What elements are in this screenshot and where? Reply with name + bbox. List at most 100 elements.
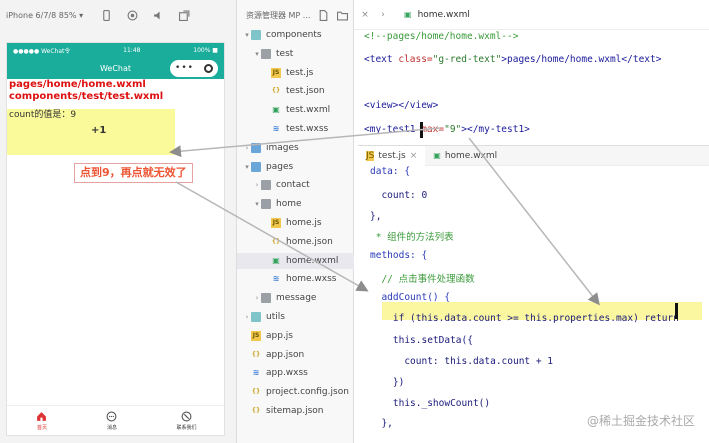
chevron-icon: ›	[245, 313, 249, 321]
json-file-icon: {}	[251, 350, 261, 358]
phone-screen: ●●●●● WeChat令 11:48 100% ■ WeChat ••• pa…	[6, 42, 225, 436]
page-path-text: pages/home/home.wxml	[9, 79, 146, 90]
new-folder-icon[interactable]	[337, 10, 349, 21]
attr-name: class=	[398, 54, 433, 65]
tree-item-label: home.json	[286, 236, 333, 247]
tab-test-js[interactable]: JS test.js ×	[358, 145, 426, 166]
folder-icon	[261, 48, 271, 59]
new-file-icon[interactable]	[318, 9, 329, 21]
folder-icon	[251, 312, 261, 322]
code-line[interactable]: count: 0	[370, 190, 427, 201]
tree-item[interactable]: {} test.json	[237, 83, 354, 99]
tree-item-label: app.wxss	[266, 368, 308, 379]
tree-item-label: components	[266, 30, 322, 40]
popout-icon[interactable]	[178, 9, 190, 21]
tag-open: <text	[364, 54, 399, 65]
tree-item[interactable]: ≋ test.wxss	[237, 121, 354, 137]
tab-bar: 首页 消息 联系我们	[7, 405, 224, 435]
code-line[interactable]: },	[370, 418, 392, 429]
code-line[interactable]: if (this.data.count >= this.properties.m…	[370, 313, 679, 324]
tree-item[interactable]: {} app.json	[237, 347, 354, 363]
chevron-icon: ›	[255, 181, 259, 190]
editor-tab-label: home.wxml	[417, 9, 470, 20]
device-selector[interactable]: iPhone 6/7/8 85% ▾	[6, 11, 86, 20]
tree-item[interactable]: {} sitemap.json	[237, 403, 354, 419]
tree-item[interactable]: ▾ test	[237, 46, 354, 62]
code-line[interactable]: data: {	[370, 166, 410, 177]
split-editor: JS test.js × ▣ home.wxml data: { count: …	[358, 145, 709, 443]
tree-item[interactable]: ▣ test.wxml	[237, 102, 354, 118]
tree-item[interactable]: ▣ home.wxml	[237, 252, 354, 269]
tree-item[interactable]: JS app.js	[237, 328, 354, 344]
tree-item[interactable]: JS home.js	[237, 215, 354, 231]
tree-item[interactable]: {} home.json	[237, 234, 354, 250]
nav-title: WeChat	[99, 63, 132, 73]
code-line[interactable]: },	[370, 211, 381, 222]
code-line[interactable]: })	[370, 377, 404, 388]
tree-item[interactable]: ▾ pages	[237, 159, 354, 175]
text-cursor	[675, 303, 678, 319]
code-line[interactable]: * 组件的方法列表	[370, 229, 454, 243]
more-icon[interactable]: •••	[175, 64, 194, 73]
code-line[interactable]: methods: {	[370, 250, 427, 261]
wxml-file-icon: ▣	[433, 151, 441, 160]
code-line[interactable]: // 点击事件处理函数	[370, 271, 474, 285]
annotation-callout: 点到9，再点就无效了	[74, 163, 193, 183]
contact-icon	[181, 411, 192, 421]
chevron-icon: ▾	[255, 49, 259, 58]
tree-item[interactable]: JS test.js	[237, 65, 354, 81]
split-tab-label: home.wxml	[444, 150, 498, 161]
tree-item-label: home.wxss	[286, 274, 337, 285]
code-line-view[interactable]: <view></view>	[364, 100, 438, 111]
tab-home[interactable]: 首页	[36, 411, 47, 431]
code-line[interactable]: this._showCount()	[370, 398, 490, 409]
tree-item[interactable]: › message	[237, 290, 354, 306]
tab-message[interactable]: 消息	[106, 411, 117, 431]
json-file-icon: {}	[251, 407, 261, 414]
tree-item-label: contact	[276, 180, 310, 191]
status-bar: ●●●●● WeChat令 11:48 100% ■	[7, 43, 224, 57]
code-line[interactable]: count: this.data.count + 1	[370, 356, 553, 367]
tree-item-label: test	[276, 48, 294, 59]
battery-label: 100% ■	[193, 46, 218, 54]
code-line[interactable]: addCount() {	[370, 292, 450, 303]
split-tab-bar: JS test.js × ▣ home.wxml	[358, 145, 709, 166]
tree-item[interactable]: ≋ home.wxss	[237, 271, 354, 287]
code-line-comment[interactable]: <!--pages/home/home.wxml-->	[364, 31, 518, 42]
tree-item[interactable]: ≋ app.wxss	[237, 365, 354, 381]
code-line-text-tag[interactable]: <text class="g-red-text">pages/home/home…	[364, 54, 661, 65]
tree-item[interactable]: ▾ home	[237, 196, 354, 212]
plus-one-button[interactable]: +1	[91, 125, 106, 136]
tree-item-label: utils	[266, 312, 285, 322]
tree-item[interactable]: › utils	[237, 309, 354, 325]
wxml-file-icon: ▣	[272, 105, 280, 115]
carrier-label: ●●●●● WeChat令	[13, 47, 71, 55]
split-tab-label: test.js	[378, 150, 406, 161]
tree-item[interactable]: › images	[237, 140, 354, 156]
tab-home-wxml[interactable]: ▣ home.wxml	[404, 10, 470, 20]
sound-icon[interactable]	[152, 9, 164, 21]
text-cursor	[420, 122, 423, 138]
phone-icon[interactable]	[100, 9, 112, 21]
back-arrow-icon[interactable]: ×	[358, 10, 372, 20]
close-icon[interactable]: ×	[410, 151, 418, 161]
component-path-text: components/test/test.wxml	[9, 91, 164, 102]
tree-item-label: home	[276, 199, 302, 210]
chevron-icon: ›	[245, 143, 249, 152]
tree-item[interactable]: {} project.config.json	[237, 384, 354, 400]
attr-value: "g-red-text"	[432, 54, 502, 65]
wxss-file-icon: ≋	[272, 274, 280, 284]
code-line[interactable]: this.setData({	[370, 335, 473, 346]
close-miniprogram-icon[interactable]	[203, 64, 213, 73]
capsule-menu[interactable]: •••	[170, 60, 218, 77]
forward-arrow-icon[interactable]: ›	[376, 10, 390, 20]
explorer-header: 资源管理器 MP ...	[237, 0, 353, 30]
code-line-my-test1[interactable]: <my-test1 max="9"></my-test1>	[364, 124, 530, 135]
tab-home-wxml-split[interactable]: ▣ home.wxml	[425, 146, 505, 166]
chevron-icon: ▾	[245, 31, 249, 39]
tree-item[interactable]: ▾ components	[237, 27, 354, 43]
record-icon[interactable]	[126, 9, 138, 21]
tree-item-label: pages	[266, 161, 294, 172]
tab-contact[interactable]: 联系我们	[176, 411, 196, 431]
tree-item[interactable]: › contact	[237, 177, 354, 193]
